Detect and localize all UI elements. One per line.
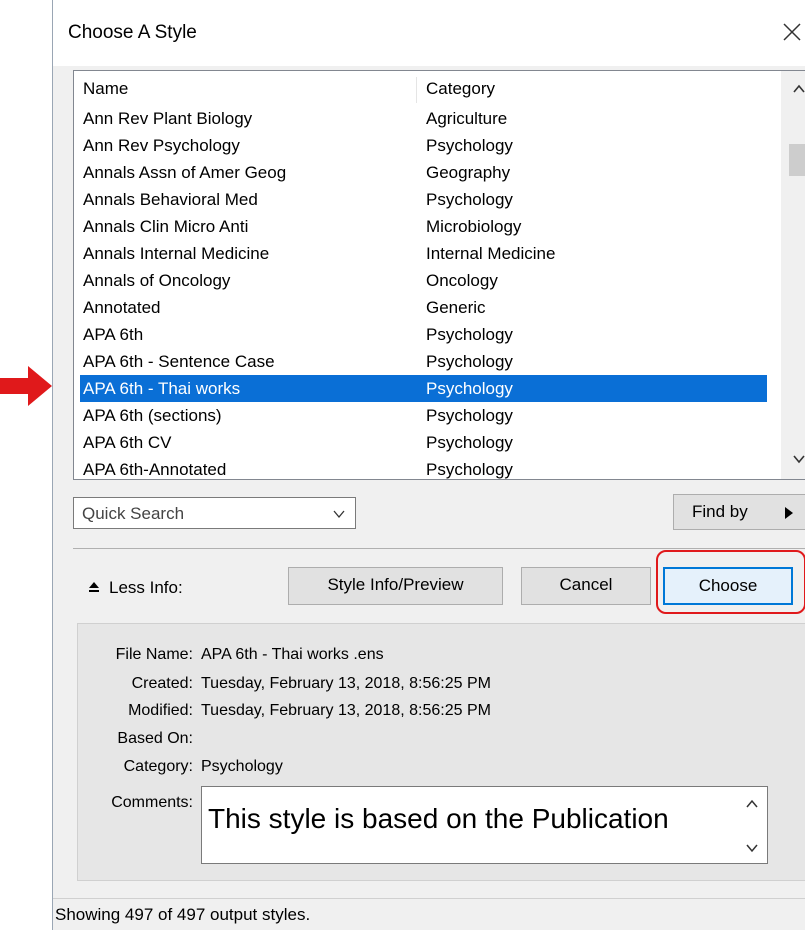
list-row[interactable]: Annotated Generic: [80, 294, 767, 321]
category-value: Psychology: [201, 758, 283, 775]
style-category: Psychology: [426, 325, 513, 344]
file-name-value: APA 6th - Thai works .ens: [201, 646, 384, 663]
scrollbar-thumb[interactable]: [789, 144, 805, 176]
list-row[interactable]: Ann Rev Plant Biology Agriculture: [80, 105, 767, 132]
less-info-toggle[interactable]: Less Info:: [87, 578, 183, 598]
based-on-label: Based On:: [117, 730, 193, 747]
list-row[interactable]: APA 6th Psychology: [80, 321, 767, 348]
comments-text: This style is based on the Publication: [208, 803, 669, 834]
file-name-label: File Name:: [115, 646, 193, 663]
column-header-name[interactable]: Name: [83, 79, 128, 99]
style-category: Oncology: [426, 271, 498, 290]
chevron-down-icon[interactable]: [745, 841, 759, 855]
list-row[interactable]: APA 6th (sections) Psychology: [80, 402, 767, 429]
find-by-label: Find by: [692, 502, 748, 521]
list-header: Name Category: [74, 77, 767, 103]
vertical-scrollbar[interactable]: [781, 71, 805, 479]
style-category: Psychology: [426, 406, 513, 425]
style-category: Psychology: [426, 460, 513, 479]
created-label: Created:: [131, 675, 193, 692]
style-list[interactable]: Name Category Ann Rev Plant Biology Agric…: [73, 70, 805, 480]
list-row[interactable]: Annals of Oncology Oncology: [80, 267, 767, 294]
list-row[interactable]: Annals Behavioral Med Psychology: [80, 186, 767, 213]
style-category: Psychology: [426, 136, 513, 155]
close-icon[interactable]: [778, 18, 805, 46]
style-name: APA 6th - Thai works: [83, 379, 241, 398]
comments-label: Comments:: [111, 794, 193, 811]
style-name: Annotated: [83, 298, 161, 317]
list-row[interactable]: APA 6th - Thai works Psychology: [80, 375, 767, 402]
column-separator[interactable]: [416, 77, 417, 103]
style-name: Annals Clin Micro Anti: [83, 217, 249, 236]
chevron-up-icon[interactable]: [791, 81, 805, 97]
style-name: Annals Assn of Amer Geog: [83, 163, 287, 182]
list-row[interactable]: Annals Internal Medicine Internal Medicin…: [80, 240, 767, 267]
list-row[interactable]: APA 6th CV Psychology: [80, 429, 767, 456]
style-category: Internal Medicine: [426, 244, 556, 263]
chevron-up-icon[interactable]: [745, 797, 759, 811]
style-name: APA 6th CV: [83, 433, 172, 452]
style-name: Annals Behavioral Med: [83, 190, 258, 209]
style-category: Psychology: [426, 352, 513, 371]
style-name: APA 6th: [83, 325, 144, 344]
column-header-category[interactable]: Category: [426, 79, 495, 99]
red-arrow-icon: [0, 366, 52, 406]
divider: [73, 548, 805, 549]
style-category: Psychology: [426, 433, 513, 452]
list-row[interactable]: APA 6th - Sentence Case Psychology: [80, 348, 767, 375]
triangle-right-icon: [785, 507, 793, 519]
quick-search-value: Quick Search: [82, 504, 185, 523]
status-text: Showing 497 of 497 output styles.: [55, 905, 311, 924]
style-name: APA 6th (sections): [83, 406, 222, 425]
style-category: Microbiology: [426, 217, 522, 236]
style-name: APA 6th - Sentence Case: [83, 352, 275, 371]
style-category: Generic: [426, 298, 486, 317]
choose-button[interactable]: Choose: [663, 567, 793, 605]
quick-search-input[interactable]: Quick Search: [73, 497, 356, 529]
created-value: Tuesday, February 13, 2018, 8:56:25 PM: [201, 675, 491, 692]
title-bar: Choose A Style: [53, 0, 805, 66]
list-row[interactable]: Ann Rev Psychology Psychology: [80, 132, 767, 159]
style-name: APA 6th-Annotated: [83, 460, 227, 479]
style-category: Psychology: [426, 379, 513, 398]
modified-value: Tuesday, February 13, 2018, 8:56:25 PM: [201, 702, 491, 719]
cancel-button[interactable]: Cancel: [521, 567, 651, 605]
less-info-label: Less Info:: [109, 578, 183, 597]
list-row[interactable]: Annals Assn of Amer Geog Geography: [80, 159, 767, 186]
find-by-button[interactable]: Find by: [673, 494, 805, 530]
style-category: Agriculture: [426, 109, 508, 128]
category-label: Category:: [123, 758, 193, 775]
chevron-down-icon[interactable]: [791, 451, 805, 467]
style-name: Annals Internal Medicine: [83, 244, 270, 263]
dropdown-icon[interactable]: [333, 508, 345, 520]
collapse-icon: [89, 582, 99, 592]
style-info-preview-button[interactable]: Style Info/Preview: [288, 567, 503, 605]
dialog-title: Choose A Style: [68, 22, 197, 43]
status-divider: [53, 898, 805, 899]
modified-label: Modified:: [128, 702, 193, 719]
choose-style-dialog: Choose A Style Name Category Ann Rev Pla…: [52, 0, 805, 930]
list-row[interactable]: APA 6th-Annotated Psychology: [80, 456, 767, 483]
style-category: Geography: [426, 163, 511, 182]
style-name: Ann Rev Plant Biology: [83, 109, 253, 128]
comments-textarea[interactable]: This style is based on the Publication: [201, 786, 768, 864]
style-name: Ann Rev Psychology: [83, 136, 240, 155]
style-category: Psychology: [426, 190, 513, 209]
list-row[interactable]: Annals Clin Micro Anti Microbiology: [80, 213, 767, 240]
style-name: Annals of Oncology: [83, 271, 231, 290]
